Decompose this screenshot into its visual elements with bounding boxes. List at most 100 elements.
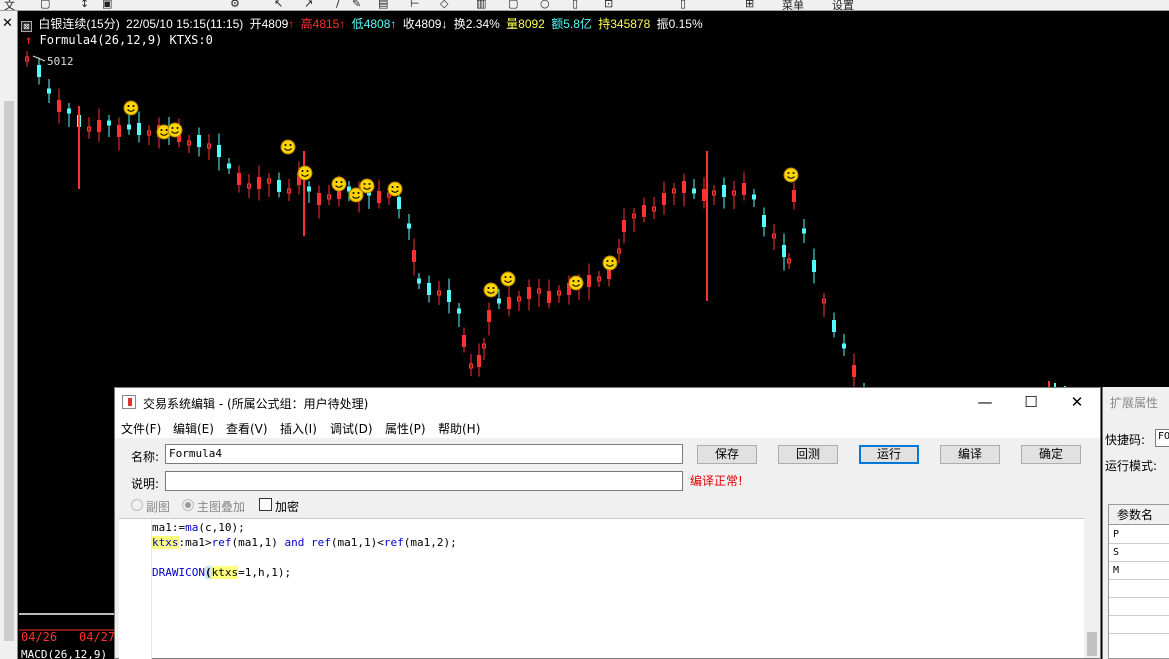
peak-price-label: 5012	[47, 55, 74, 68]
toolbar-settings[interactable]: 设置	[832, 0, 854, 10]
candle-body	[307, 186, 311, 192]
toolbar-btn[interactable]: ▢	[508, 0, 518, 10]
circle-tool-icon[interactable]: ○	[540, 0, 550, 10]
toolbar-btn[interactable]: ▥	[476, 0, 486, 10]
toolbar-btn[interactable]: ▢	[40, 0, 50, 10]
smiley-signal-icon	[483, 282, 499, 298]
date-axis: 04/26 04/27	[19, 628, 119, 646]
rect-tool-icon[interactable]: ▤	[378, 0, 388, 10]
scrollbar-thumb[interactable]	[1087, 632, 1097, 656]
toolbar-btn[interactable]: ▯	[572, 0, 578, 10]
candle-body	[742, 183, 746, 195]
smiley-signal-icon	[602, 255, 618, 271]
date-label: 04/26	[21, 630, 58, 644]
backtest-button[interactable]: 回测	[778, 445, 838, 464]
menu-debug[interactable]: 调试(D)	[330, 420, 373, 437]
candle-body	[67, 108, 71, 114]
candle-body	[477, 355, 481, 367]
smiley-signal-icon	[331, 176, 347, 192]
code-line-2: ktxs:ma1>ref(ma1,1) and ref(ma1,1)<ref(m…	[152, 536, 457, 549]
smiley-signal-icon	[387, 181, 403, 197]
menu-edit[interactable]: 编辑(E)	[173, 420, 214, 437]
maximize-icon[interactable]: ☐	[1011, 391, 1051, 413]
candle-body	[547, 291, 551, 303]
name-field[interactable]: Formula4	[165, 444, 683, 464]
settings-icon[interactable]: ⚙	[230, 0, 240, 10]
param-row[interactable]: S	[1109, 544, 1169, 562]
open-value: 开4809	[249, 17, 289, 31]
candle-body	[762, 215, 766, 227]
toolbar-btn[interactable]: 文	[4, 0, 15, 10]
candle-body	[802, 228, 806, 234]
cursor-icon[interactable]: ↖	[274, 0, 283, 10]
editor-titlebar[interactable]: 交易系统编辑 - (所属公式组：用户待处理) — ☐ ✕	[115, 388, 1100, 416]
menu-help[interactable]: 帮助(H)	[438, 420, 480, 437]
pen-tool-icon[interactable]: ✎	[352, 0, 361, 10]
candle-body	[317, 193, 321, 205]
param-row[interactable]	[1109, 598, 1169, 616]
close-icon[interactable]: ✕	[1057, 391, 1097, 413]
line-tool-icon[interactable]: /	[336, 0, 340, 10]
minimize-icon[interactable]: —	[965, 391, 1005, 413]
candle-body	[842, 343, 846, 349]
run-button[interactable]: 运行	[859, 445, 919, 464]
candle-body	[682, 181, 686, 193]
subchart-radio[interactable]	[131, 499, 143, 511]
smiley-signal-icon	[500, 271, 516, 287]
volume-value: 量8092	[506, 17, 545, 31]
candle-body	[427, 283, 431, 295]
compile-button[interactable]: 编译	[940, 445, 1000, 464]
shortcut-field[interactable]: FO	[1155, 429, 1169, 447]
toolbar-btn[interactable]: ⊞	[745, 0, 754, 10]
arrow-tool-icon[interactable]: ↗	[304, 0, 313, 10]
code-editor[interactable]: ma1:=ma(c,10); ktxs:ma1>ref(ma1,1) and r…	[119, 518, 1084, 659]
candle-body	[507, 297, 511, 309]
close-icon[interactable]: ✕	[2, 16, 13, 31]
menu-view[interactable]: 查看(V)	[226, 420, 268, 437]
candle-body	[117, 125, 121, 137]
toolbar-btn[interactable]: ↕	[80, 0, 89, 10]
extended-properties-panel: 扩展属性 快捷码: FO 运行模式: 参数名 P S M	[1102, 387, 1169, 659]
ok-button[interactable]: 确定	[1021, 445, 1081, 464]
param-row[interactable]	[1109, 580, 1169, 598]
toolbar-btn[interactable]: ⊡	[604, 0, 613, 10]
toolbar-btn[interactable]: ▣	[102, 0, 112, 10]
code-scrollbar[interactable]	[1084, 518, 1100, 658]
panel-title: 扩展属性	[1110, 396, 1159, 410]
macd-label: MACD(26,12,9)	[21, 648, 108, 659]
name-label: 名称:	[131, 450, 160, 464]
formula-indicator: ↑ Formula4(26,12,9) KTXS:0	[25, 33, 213, 47]
left-scrollbar[interactable]	[4, 101, 14, 641]
turnover-value: 换2.34%	[453, 17, 500, 31]
encrypt-label: 加密	[275, 500, 300, 514]
formula-text: Formula4(26,12,9) KTXS:0	[39, 33, 213, 47]
candle-body	[702, 189, 706, 201]
menu-insert[interactable]: 插入(I)	[280, 420, 317, 437]
candle-body	[587, 275, 591, 287]
smiley-signal-icon	[568, 275, 584, 291]
candle-body	[97, 120, 101, 132]
low-value: 低4808	[351, 17, 391, 31]
formula-editor-window: 交易系统编辑 - (所属公式组：用户待处理) — ☐ ✕ 文件(F) 编辑(E)…	[114, 387, 1101, 659]
candle-body	[692, 188, 696, 194]
save-button[interactable]: 保存	[697, 445, 757, 464]
description-field[interactable]	[165, 471, 683, 491]
date-label: 04/27	[79, 630, 116, 644]
candle-body	[227, 163, 231, 169]
menu-file[interactable]: 文件(F)	[121, 420, 161, 437]
toolbar-btn[interactable]: ▯	[680, 0, 686, 10]
main-overlay-radio[interactable]	[182, 499, 194, 511]
param-row[interactable]: P	[1109, 526, 1169, 544]
toolbar-btn[interactable]: ⊢	[410, 0, 420, 10]
menu-properties[interactable]: 属性(P)	[385, 420, 426, 437]
close-value: 收4809	[402, 17, 442, 31]
param-row[interactable]: M	[1109, 562, 1169, 580]
maximize-icon[interactable]: ⊠	[21, 21, 32, 32]
up-arrow-icon: ↑	[288, 17, 295, 31]
toolbar-btn[interactable]: ◇	[440, 0, 448, 10]
up-arrow-icon: ↑	[339, 17, 346, 31]
param-row[interactable]	[1109, 616, 1169, 634]
encrypt-checkbox[interactable]	[259, 498, 272, 511]
toolbar-menu[interactable]: 菜单	[782, 0, 804, 10]
holding-value: 持345878	[598, 17, 651, 31]
